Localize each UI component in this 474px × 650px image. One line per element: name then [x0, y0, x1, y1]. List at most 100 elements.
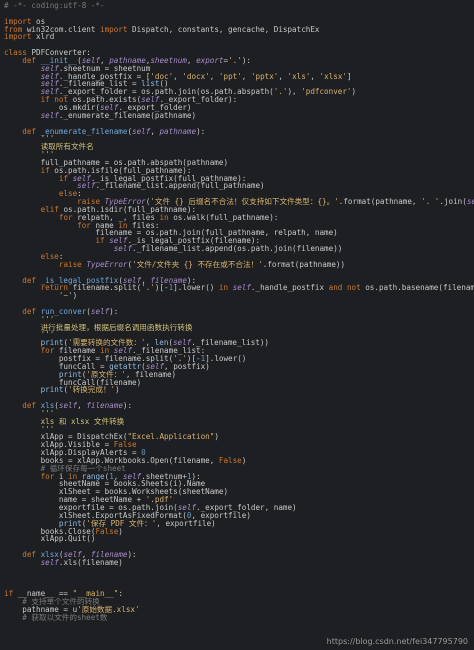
code-token: , [241, 71, 251, 81]
code-token: xlApp.Quit() [4, 534, 96, 544]
code-line: raise TypeError('文件/文件夹 {} 不存在或不合法！'.for… [4, 259, 474, 269]
code-token: : [118, 589, 123, 599]
code-line: 进行批量处理，根据后缀名调用函数执行转换 [4, 323, 474, 332]
code-token: 'docx' [182, 71, 210, 81]
code-token: False [95, 526, 119, 536]
code-token: os.path.basename(filename).startswith( [365, 283, 474, 293]
code-token: import [4, 32, 37, 42]
code-token: TypeError [86, 259, 128, 269]
code-line: # -*- coding:utf-8 -*- [4, 2, 474, 10]
code-token: .format(pathname)) [262, 259, 346, 269]
code-line: self._enumerate_filename(pathname) [4, 110, 474, 120]
code-token: and not [328, 283, 366, 293]
code-token: sheetnum [150, 55, 187, 65]
code-token: "Excel.Application" [127, 432, 215, 442]
code-token: '文件/文件夹 {} 不存在或不合法！' [132, 259, 263, 269]
code-token: ): [196, 126, 206, 136]
code-line: '~') [4, 292, 474, 300]
code-token: self [58, 401, 78, 411]
code-token: pathname [159, 126, 197, 136]
code-token: ): [109, 306, 119, 316]
code-token: , [209, 71, 219, 81]
code-token: 'ppt' [218, 71, 242, 81]
code-token: ) [214, 432, 219, 442]
code-token: 'pdfconver' [301, 87, 352, 97]
code-line: # 获取以文件的sheet数 [4, 612, 474, 622]
code-token: ) [351, 87, 357, 97]
code-token: '.' [273, 87, 288, 97]
code-line: self.xls(filename) [4, 557, 474, 567]
code-token: os.walk(full_pathname): [173, 212, 279, 222]
code-token: import [100, 24, 133, 34]
code-token: .format(pathname, [338, 197, 422, 207]
code-area[interactable]: # -*- coding:utf-8 -*- import os from win… [4, 2, 474, 622]
code-token: ].lower() [173, 283, 219, 293]
code-line: xls 和 xlsx 文件转换 [4, 417, 474, 426]
code-token: export [196, 55, 224, 65]
code-token: '.' [228, 55, 242, 65]
code-token: in [218, 283, 233, 293]
code-token: '~' [58, 291, 73, 301]
code-token: # -*- coding:utf-8 -*- [4, 1, 105, 10]
code-token: xlrd [36, 32, 55, 42]
code-token: # 获取以文件的sheet数 [4, 612, 108, 622]
code-token: , exportfile) [156, 518, 216, 528]
code-token: ): [241, 55, 251, 65]
code-token: ) [72, 291, 78, 301]
code-line: print('转换完成！') [4, 386, 474, 394]
code-token: self [40, 557, 59, 567]
code-token: ) [118, 526, 123, 536]
code-token: )[- [154, 283, 169, 293]
csdn-watermark: https://blog.csdn.net/fei347795790 [326, 637, 468, 646]
code-token: ) [241, 455, 247, 465]
code-token: 'xls' [287, 71, 311, 81]
code-token: self [466, 197, 474, 207]
code-token: False [218, 455, 242, 465]
code-token: , [278, 71, 288, 81]
code-token: raise [58, 259, 87, 269]
code-line: 读取所有文件名 [4, 143, 474, 151]
code-token: , [310, 71, 320, 81]
code-token: Dispatch, constants, gencache, DispatchE… [132, 24, 320, 34]
code-token: '.' [141, 283, 155, 293]
code-token: .xls(filename) [58, 557, 123, 567]
code-token: ._filename_list.append(os.path.join(file… [132, 244, 343, 254]
code-token: , [173, 71, 183, 81]
code-token: self [40, 110, 59, 120]
code-token: ): [122, 401, 133, 411]
code-token: ._enumerate_filename(pathname) [58, 110, 197, 120]
code-token: 'pptx' [250, 71, 279, 81]
code-line: xlApp.Quit() [4, 535, 474, 543]
code-token: self [113, 244, 133, 254]
code-token: self [232, 283, 251, 293]
code-token: ): [127, 550, 137, 560]
code-line: def run_conver(self): [4, 306, 474, 316]
code-token: '. ' [421, 197, 440, 207]
code-line: import xlrd [4, 33, 474, 41]
code-token: '转换完成！' [68, 385, 116, 395]
code-line: def xls(self, filename): [4, 402, 474, 410]
code-editor[interactable]: # -*- coding:utf-8 -*- import os from win… [0, 0, 474, 650]
code-line: def _enumerate_filename(self, pathname): [4, 126, 474, 136]
code-token: self [132, 126, 151, 136]
code-token: self [90, 306, 110, 316]
code-token: , [186, 55, 197, 65]
code-token: ) [115, 385, 120, 395]
code-token: filename.split( [72, 283, 142, 293]
code-token: ].lower() [205, 353, 247, 363]
code-token: print [40, 385, 64, 395]
code-token: , [77, 401, 87, 411]
code-line: from win32com.client import Dispatch, co… [4, 24, 474, 34]
code-token: .join( [439, 197, 467, 207]
code-token: ), [287, 87, 302, 97]
code-token: filename [86, 401, 123, 411]
code-token: ._handle_postfix [250, 283, 329, 293]
code-token: ] [346, 71, 352, 81]
